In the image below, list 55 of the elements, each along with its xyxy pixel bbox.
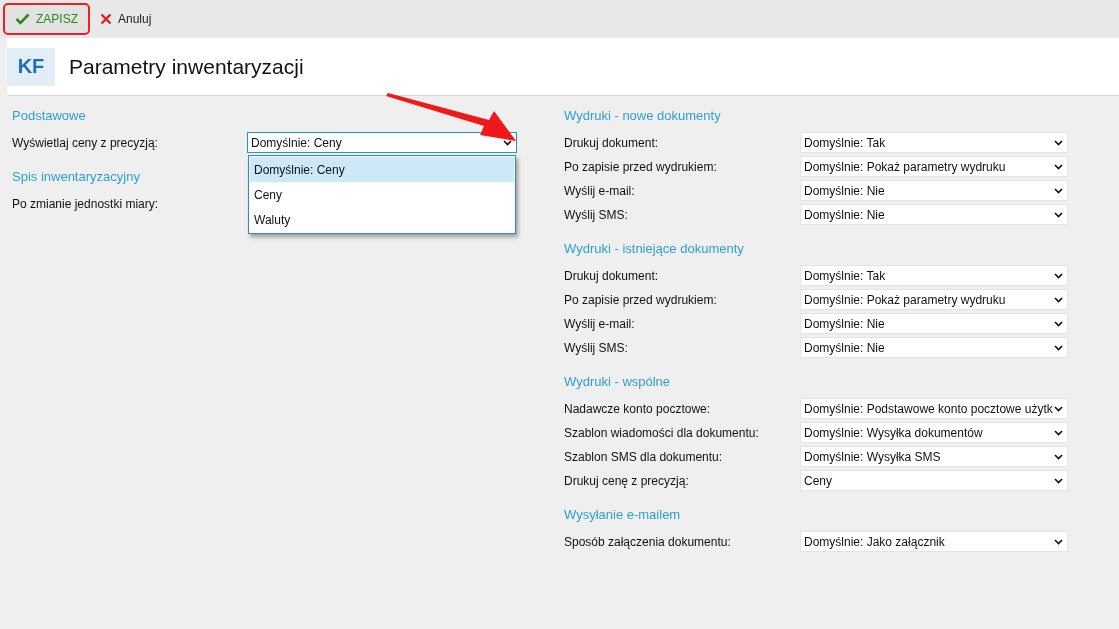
chevron-down-icon	[1054, 272, 1063, 279]
dropdown-field[interactable]: Domyślnie: Wysyłka dokumentów	[800, 422, 1068, 443]
section-heading: Wydruki - istniejące dokumenty	[564, 241, 744, 256]
section-heading: Wydruki - wspólne	[564, 374, 671, 389]
dropdown-field[interactable]: Domyślnie: Nie	[800, 180, 1068, 201]
field-label: Drukuj dokument:	[564, 135, 659, 150]
field-label: Po zmianie jednostki miary:	[12, 196, 159, 211]
field-label: Wyślij SMS:	[564, 207, 628, 222]
chevron-down-icon	[1054, 296, 1063, 303]
chevron-down-icon	[1054, 477, 1063, 484]
chevron-down-icon	[503, 139, 512, 146]
field-label: Wyświetlaj ceny z precyzją:	[12, 135, 158, 150]
dropdown-field[interactable]: Ceny	[800, 470, 1068, 491]
chevron-down-icon	[1054, 453, 1063, 460]
field-label: Po zapisie przed wydrukiem:	[564, 292, 717, 307]
section-heading: Spis inwentaryzacyjny	[12, 169, 140, 184]
field-label: Nadawcze konto pocztowe:	[564, 401, 711, 416]
chevron-down-icon	[1054, 429, 1063, 436]
dropdown-field[interactable]: Domyślnie: Ceny	[247, 132, 517, 153]
dropdown-field[interactable]: Domyślnie: Tak	[800, 265, 1068, 286]
close-icon	[100, 13, 112, 25]
section-heading: Wysyłanie e-mailem	[564, 507, 681, 522]
dropdown-field[interactable]: Domyślnie: Nie	[800, 313, 1068, 334]
app-badge: KF	[7, 47, 55, 86]
dropdown-field[interactable]: Domyślnie: Podstawowe konto pocztowe użytk	[800, 398, 1068, 419]
dropdown-field[interactable]: Domyślnie: Tak	[800, 132, 1068, 153]
dropdown-field[interactable]: Domyślnie: Pokaż parametry wydruku	[800, 156, 1068, 177]
chevron-down-icon	[1054, 163, 1063, 170]
chevron-down-icon	[1054, 139, 1063, 146]
field-label: Sposób załączenia dokumentu:	[564, 534, 731, 549]
chevron-down-icon	[1054, 320, 1063, 327]
chevron-down-icon	[1054, 405, 1063, 412]
dropdown-option[interactable]: Domyślnie: Ceny	[250, 157, 514, 182]
section-heading: Podstawowe	[12, 108, 86, 123]
field-label: Wyślij e-mail:	[564, 183, 635, 198]
field-label: Wyślij SMS:	[564, 340, 628, 355]
field-label: Po zapisie przed wydrukiem:	[564, 159, 717, 174]
dropdown-field[interactable]: Domyślnie: Pokaż parametry wydruku	[800, 289, 1068, 310]
dropdown-field[interactable]: Domyślnie: Nie	[800, 337, 1068, 358]
field-label: Szablon SMS dla dokumentu:	[564, 449, 723, 464]
field-label: Drukuj cenę z precyzją:	[564, 473, 689, 488]
field-label: Drukuj dokument:	[564, 268, 659, 283]
dropdown-field[interactable]: Domyślnie: Wysyłka SMS	[800, 446, 1068, 467]
section-heading: Wydruki - nowe dokumenty	[564, 108, 721, 123]
field-label: Wyślij e-mail:	[564, 316, 635, 331]
checkmark-icon	[15, 13, 30, 25]
field-label: Szablon wiadomości dla dokumentu:	[564, 425, 759, 440]
chevron-down-icon	[1054, 538, 1063, 545]
dropdown-field[interactable]: Domyślnie: Nie	[800, 204, 1068, 225]
cancel-button[interactable]: Anuluj	[94, 3, 158, 35]
chevron-down-icon	[1054, 344, 1063, 351]
chevron-down-icon	[1054, 187, 1063, 194]
chevron-down-icon	[1054, 211, 1063, 218]
dropdown-field[interactable]: Domyślnie: Jako załącznik	[800, 531, 1068, 552]
page-title: Parametry inwentaryzacji	[69, 54, 304, 79]
